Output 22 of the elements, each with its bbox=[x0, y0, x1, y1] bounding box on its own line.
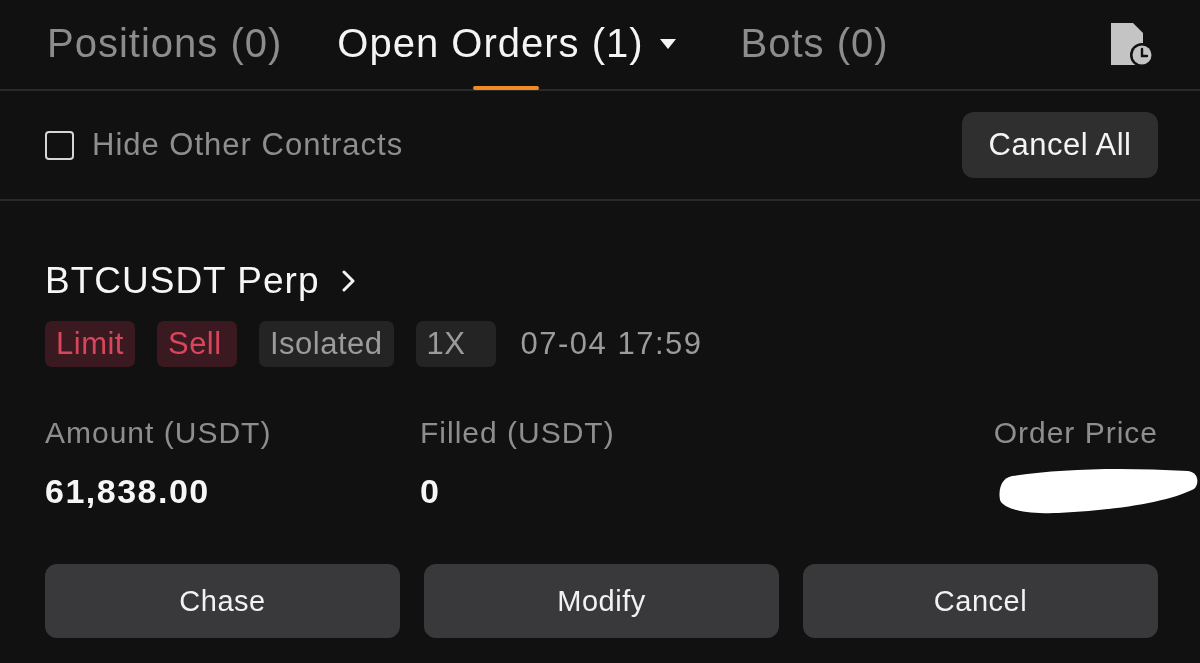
order-time: 07-04 17:59 bbox=[520, 326, 703, 362]
checkbox-label: Hide Other Contracts bbox=[92, 127, 404, 163]
checkbox[interactable] bbox=[45, 130, 74, 160]
order-tag: Isolated bbox=[258, 321, 394, 367]
field-value: 61,838.00 bbox=[45, 471, 210, 511]
tab[interactable]: Positions (0) bbox=[47, 0, 283, 89]
field-value: 0 bbox=[420, 471, 441, 511]
tab[interactable]: Open Orders (1) bbox=[337, 0, 676, 89]
action-button[interactable]: Modify bbox=[424, 564, 779, 638]
action-button[interactable]: Cancel bbox=[803, 564, 1158, 638]
action-button[interactable]: Chase bbox=[45, 564, 400, 638]
tab[interactable]: Bots (0) bbox=[740, 0, 889, 89]
document-clock-icon[interactable] bbox=[1109, 21, 1155, 67]
order-tag: Limit bbox=[45, 321, 135, 367]
field-label: Order Price bbox=[993, 415, 1158, 451]
cancel-all-button[interactable]: Cancel All bbox=[962, 112, 1158, 178]
chevron-right-icon[interactable] bbox=[341, 270, 356, 292]
field-label: Amount (USDT) bbox=[45, 415, 272, 451]
contract-symbol[interactable]: BTCUSDT Perp bbox=[45, 260, 320, 302]
order-tag: Sell bbox=[156, 321, 237, 367]
field-label: Filled (USDT) bbox=[420, 415, 615, 451]
order-tag: 1X bbox=[415, 321, 496, 367]
